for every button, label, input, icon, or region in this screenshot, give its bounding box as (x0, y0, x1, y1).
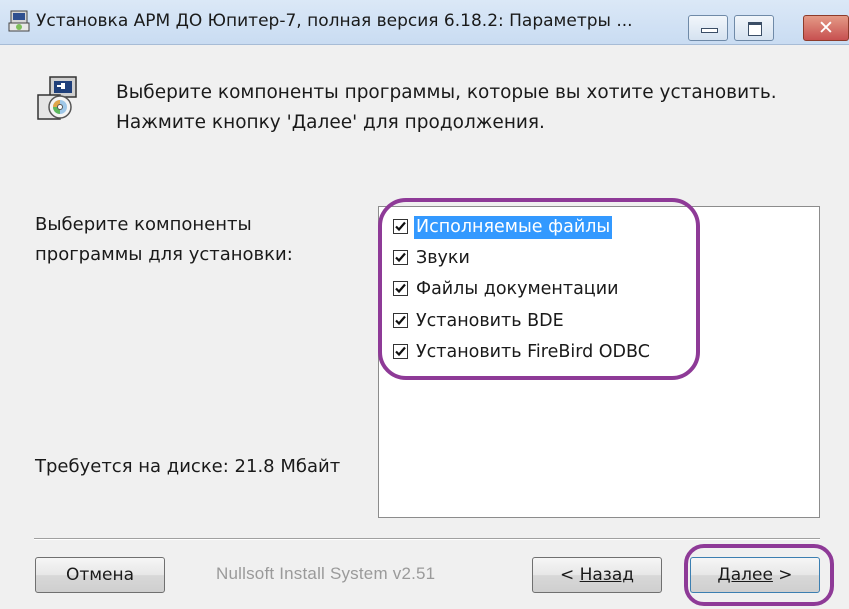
back-button[interactable]: < Назад (532, 557, 662, 593)
component-label[interactable]: Установить FireBird ODBC (414, 341, 652, 364)
nsis-branding: Nullsoft Install System v2.51 (216, 564, 436, 583)
header-panel: Выберите компоненты программы, которые в… (0, 45, 849, 195)
checkmark-icon (395, 283, 406, 294)
maximize-button[interactable] (734, 15, 774, 41)
next-button-label: Далее (717, 565, 773, 585)
component-label[interactable]: Файлы документации (414, 278, 620, 301)
header-text: Выберите компоненты программы, которые в… (116, 78, 777, 138)
window-title: Установка АРМ ДО Юпитер-7, полная версия… (36, 11, 633, 31)
components-label-line-1: Выберите компоненты (35, 214, 252, 235)
next-button[interactable]: Далее > (690, 557, 820, 593)
components-label-line-2: программы для установки: (35, 244, 293, 265)
cancel-button[interactable]: Отмена (35, 557, 165, 593)
next-button-suffix: > (772, 565, 793, 585)
component-checkbox[interactable] (393, 344, 408, 359)
minimize-button[interactable] (688, 15, 728, 41)
header-line-2: Нажмите кнопку 'Далее' для продолжения. (116, 112, 545, 133)
checkmark-icon (395, 315, 406, 326)
component-label[interactable]: Исполняемые файлы (414, 216, 613, 239)
checkmark-icon (395, 346, 406, 357)
checkmark-icon (395, 221, 406, 232)
close-button[interactable]: ✕ (803, 15, 849, 41)
component-label[interactable]: Установить BDE (414, 310, 566, 333)
checkmark-icon (395, 252, 406, 263)
close-icon: ✕ (818, 17, 834, 39)
component-checkbox[interactable] (393, 219, 408, 234)
minimize-icon (701, 28, 718, 33)
title-bar[interactable]: Установка АРМ ДО Юпитер-7, полная версия… (0, 0, 849, 45)
component-label[interactable]: Звуки (414, 247, 472, 270)
footer-separator (34, 538, 820, 540)
disk-space-label: Требуется на диске: 21.8 Мбайт (35, 456, 341, 477)
installer-window: Установка АРМ ДО Юпитер-7, полная версия… (0, 0, 849, 609)
component-checkbox[interactable] (393, 313, 408, 328)
component-checkbox[interactable] (393, 281, 408, 296)
components-list[interactable]: Исполняемые файлы Звуки Файлы документац… (378, 206, 820, 518)
installer-app-icon (8, 9, 30, 33)
maximize-icon (748, 22, 762, 36)
component-checkbox[interactable] (393, 250, 408, 265)
components-label: Выберите компоненты программы для устано… (35, 210, 293, 270)
header-line-1: Выберите компоненты программы, которые в… (116, 82, 777, 103)
setup-icon (36, 75, 80, 121)
back-button-prefix: < (559, 565, 580, 585)
back-button-label: Назад (579, 565, 635, 585)
